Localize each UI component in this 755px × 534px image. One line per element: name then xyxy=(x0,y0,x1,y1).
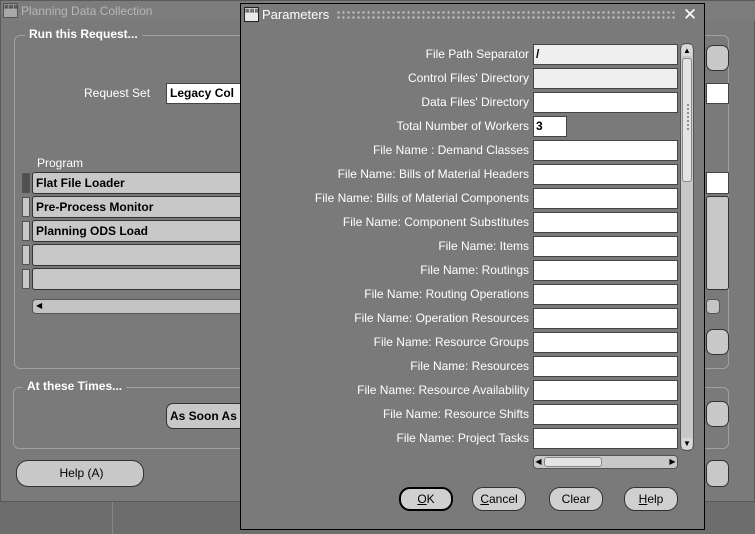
parameter-row: File Name: Resource Groups xyxy=(241,331,681,355)
parameter-label: File Name: Routing Operations xyxy=(364,287,529,301)
value-hscrollbar[interactable]: ◀ ▶ xyxy=(533,455,678,469)
scroll-thumb[interactable] xyxy=(544,457,602,467)
program-row[interactable]: Pre-Process Monitor xyxy=(32,196,244,218)
parameter-value-field[interactable]: / xyxy=(533,44,678,65)
parameter-row: Data Files' Directory xyxy=(241,91,681,115)
run-request-group-title: Run this Request... xyxy=(25,27,142,41)
parameter-row: Control Files' Directory xyxy=(241,67,681,91)
titlebar-grip xyxy=(336,10,676,20)
program-hscrollbar[interactable]: ◀ xyxy=(32,299,244,314)
parameters-dialog: ▦▦▦ Parameters ✕ File Path Separator / Con… xyxy=(240,3,705,530)
parameter-label: File Name: Bills of Material Headers xyxy=(337,167,529,181)
parameter-row: File Name: Operation Resources xyxy=(241,307,681,331)
row-marker[interactable] xyxy=(22,245,30,265)
parameter-row: File Name: Component Substitutes xyxy=(241,211,681,235)
scroll-up-icon[interactable]: ▲ xyxy=(682,45,692,56)
parameter-label: File Name: Bills of Material Components xyxy=(314,191,529,205)
parameter-value-field[interactable] xyxy=(533,404,678,425)
scroll-down-icon[interactable]: ▼ xyxy=(682,438,692,449)
close-icon[interactable]: ✕ xyxy=(681,5,699,25)
program-row-right[interactable] xyxy=(706,172,729,194)
parameter-label: File Name: Resource Shifts xyxy=(382,407,529,421)
parameter-value-field[interactable] xyxy=(533,356,678,377)
parameter-label: File Name: Items xyxy=(438,239,529,253)
program-column-label: Program xyxy=(37,156,84,170)
parameter-row: File Name : Demand Classes xyxy=(241,139,681,163)
parameter-value-field[interactable] xyxy=(533,308,678,329)
parameter-value-field[interactable] xyxy=(533,428,678,449)
parameter-row: File Name: Bills of Material Components xyxy=(241,187,681,211)
status-separator xyxy=(112,502,113,534)
parameter-label: File Path Separator xyxy=(425,47,529,61)
dialog-title: Parameters xyxy=(262,7,330,22)
request-set-field-right[interactable] xyxy=(706,83,729,104)
row-marker[interactable] xyxy=(22,221,30,241)
parameter-label: File Name: Resources xyxy=(410,359,529,373)
dialog-titlebar[interactable]: ▦▦▦ Parameters ✕ xyxy=(241,4,704,26)
parameter-value-field[interactable] xyxy=(533,68,678,89)
program-row[interactable]: Flat File Loader xyxy=(32,172,244,194)
parameter-row: File Name: Resource Shifts xyxy=(241,403,681,427)
parameter-value-field[interactable] xyxy=(533,380,678,401)
parameter-value-field[interactable] xyxy=(533,212,678,233)
scroll-right-icon[interactable]: ▶ xyxy=(668,457,677,467)
parameter-value-field[interactable] xyxy=(533,260,678,281)
app-icon: ▦▦▦ xyxy=(244,7,259,22)
bg-button-mid-right[interactable] xyxy=(706,329,729,355)
scroll-thumb[interactable] xyxy=(682,58,692,182)
parameter-value-field[interactable] xyxy=(533,332,678,353)
parameter-label: File Name: Resource Availability xyxy=(357,383,529,397)
parameter-row: File Name: Resource Availability xyxy=(241,379,681,403)
parameter-row: File Name: Routing Operations xyxy=(241,283,681,307)
parameter-value-field[interactable]: 3 xyxy=(533,116,567,137)
schedule-button[interactable]: As Soon As xyxy=(166,403,246,429)
parameter-value-field[interactable] xyxy=(533,164,678,185)
parameter-label: Total Number of Workers xyxy=(396,119,530,133)
parameter-value-field[interactable] xyxy=(533,284,678,305)
ok-button[interactable]: OK xyxy=(399,487,453,511)
program-hscrollbar-right[interactable] xyxy=(706,299,720,314)
app-icon: ▦▦▦ xyxy=(3,3,18,18)
program-row[interactable] xyxy=(32,268,244,290)
parameter-value-field[interactable] xyxy=(533,92,678,113)
parameter-label: File Name: Project Tasks xyxy=(396,431,530,445)
bg-button-top-right[interactable] xyxy=(706,45,729,71)
row-marker[interactable] xyxy=(22,173,30,193)
scroll-left-icon[interactable]: ◀ xyxy=(36,301,42,310)
clear-button[interactable]: Clear xyxy=(549,487,603,511)
bg-button-schedule-right[interactable] xyxy=(706,401,729,427)
cancel-button[interactable]: Cancel xyxy=(472,487,526,511)
parameter-value-field[interactable] xyxy=(533,140,678,161)
request-set-field[interactable]: Legacy Col xyxy=(166,83,246,104)
parameter-label: File Name: Component Substitutes xyxy=(342,215,529,229)
parameters-vscrollbar[interactable]: ▲ ▼ xyxy=(680,43,694,451)
parameter-row: Total Number of Workers 3 xyxy=(241,115,681,139)
program-row[interactable] xyxy=(32,244,244,266)
parameter-row: File Name: Resources xyxy=(241,355,681,379)
parameter-row: File Name: Items xyxy=(241,235,681,259)
parameter-row: File Path Separator / xyxy=(241,43,681,67)
parameter-label: File Name: Routings xyxy=(420,263,529,277)
schedule-group-title: At these Times... xyxy=(23,379,127,393)
parameter-row: File Name: Project Tasks xyxy=(241,427,681,451)
parameter-label: File Name: Resource Groups xyxy=(373,335,529,349)
row-marker[interactable] xyxy=(22,197,30,217)
parameter-label: Control Files' Directory xyxy=(408,71,529,85)
parameter-label: Data Files' Directory xyxy=(421,95,529,109)
program-row[interactable]: Planning ODS Load xyxy=(32,220,244,242)
row-marker[interactable] xyxy=(22,269,30,289)
parameter-label: File Name : Demand Classes xyxy=(372,143,529,157)
program-rows-right[interactable] xyxy=(706,196,729,290)
parameter-row: File Name: Routings xyxy=(241,259,681,283)
request-set-label: Request Set xyxy=(84,86,151,100)
help-button[interactable]: Help (A) xyxy=(16,460,144,487)
bg-button-bottom-right[interactable] xyxy=(706,460,729,487)
help-button[interactable]: Help xyxy=(624,487,678,511)
parameter-label: File Name: Operation Resources xyxy=(354,311,529,325)
scroll-left-icon[interactable]: ◀ xyxy=(534,457,543,467)
parameter-value-field[interactable] xyxy=(533,236,678,257)
parameter-value-field[interactable] xyxy=(533,188,678,209)
window-title: Planning Data Collection xyxy=(21,4,153,18)
parameter-row: File Name: Bills of Material Headers xyxy=(241,163,681,187)
